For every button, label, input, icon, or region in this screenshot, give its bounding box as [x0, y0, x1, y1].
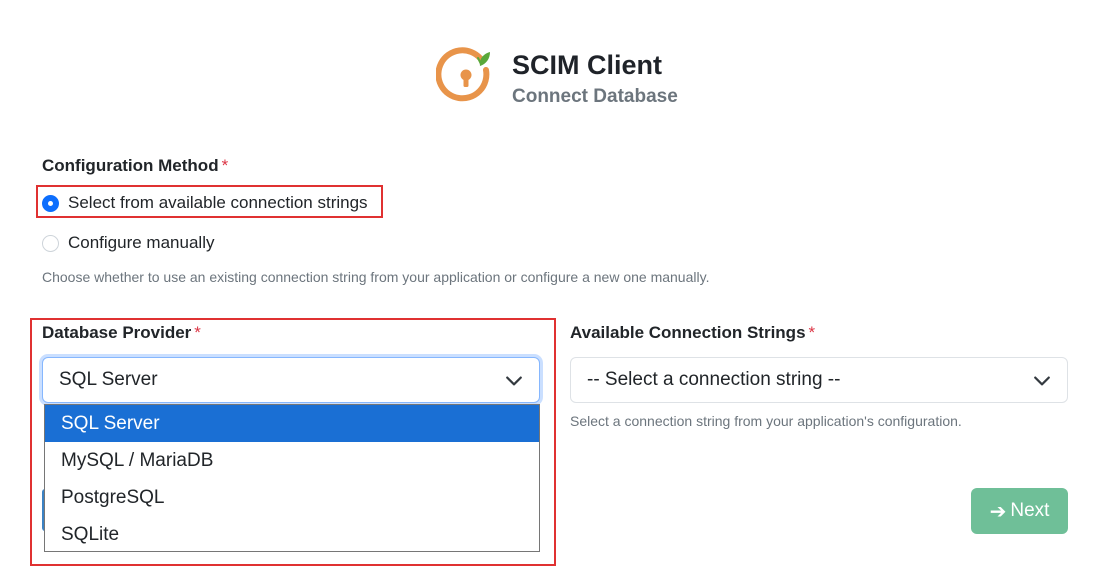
radio-option-select-available[interactable]: Select from available connection strings	[42, 190, 368, 216]
next-button-label: Next	[1010, 500, 1050, 521]
connection-strings-label-text: Available Connection Strings	[570, 323, 806, 342]
app-header: SCIM Client Connect Database	[436, 46, 678, 109]
page-subtitle: Connect Database	[512, 86, 678, 107]
app-title: SCIM Client	[512, 50, 663, 80]
connection-strings-help: Select a connection string from your app…	[570, 413, 962, 429]
radio-option-label: Configure manually	[68, 233, 215, 252]
config-method-help: Choose whether to use an existing connec…	[42, 269, 710, 285]
database-provider-label: Database Provider *	[42, 322, 201, 344]
chevron-down-icon	[506, 376, 522, 386]
connection-string-value: -- Select a connection string --	[587, 369, 841, 390]
dropdown-option-sqlite[interactable]: SQLite	[45, 516, 539, 553]
dropdown-option-postgresql[interactable]: PostgreSQL	[45, 479, 539, 516]
database-provider-dropdown: SQL Server MySQL / MariaDB PostgreSQL SQ…	[44, 404, 540, 552]
config-method-label-text: Configuration Method	[42, 156, 219, 175]
radio-unchecked-icon[interactable]	[42, 234, 59, 252]
database-provider-select[interactable]: SQL Server	[42, 357, 540, 403]
database-provider-label-text: Database Provider	[42, 323, 192, 342]
radio-checked-icon[interactable]	[42, 194, 59, 212]
dropdown-option-mysql[interactable]: MySQL / MariaDB	[45, 442, 539, 479]
required-mark: *	[221, 156, 229, 175]
keyhole-logo-icon	[436, 47, 490, 102]
required-mark: *	[194, 323, 201, 342]
radio-option-label: Select from available connection strings	[68, 193, 368, 212]
arrow-right-icon: ➔	[989, 500, 1007, 523]
config-method-label: Configuration Method *	[42, 155, 228, 177]
radio-option-configure-manually[interactable]: Configure manually	[42, 230, 214, 256]
connection-strings-label: Available Connection Strings *	[570, 322, 815, 344]
dropdown-option-sql-server[interactable]: SQL Server	[45, 405, 539, 442]
connection-string-select[interactable]: -- Select a connection string --	[570, 357, 1068, 403]
next-button[interactable]: ➔ Next	[971, 488, 1068, 534]
required-mark: *	[808, 323, 816, 342]
chevron-down-icon	[1034, 376, 1050, 386]
database-provider-value: SQL Server	[59, 369, 158, 390]
